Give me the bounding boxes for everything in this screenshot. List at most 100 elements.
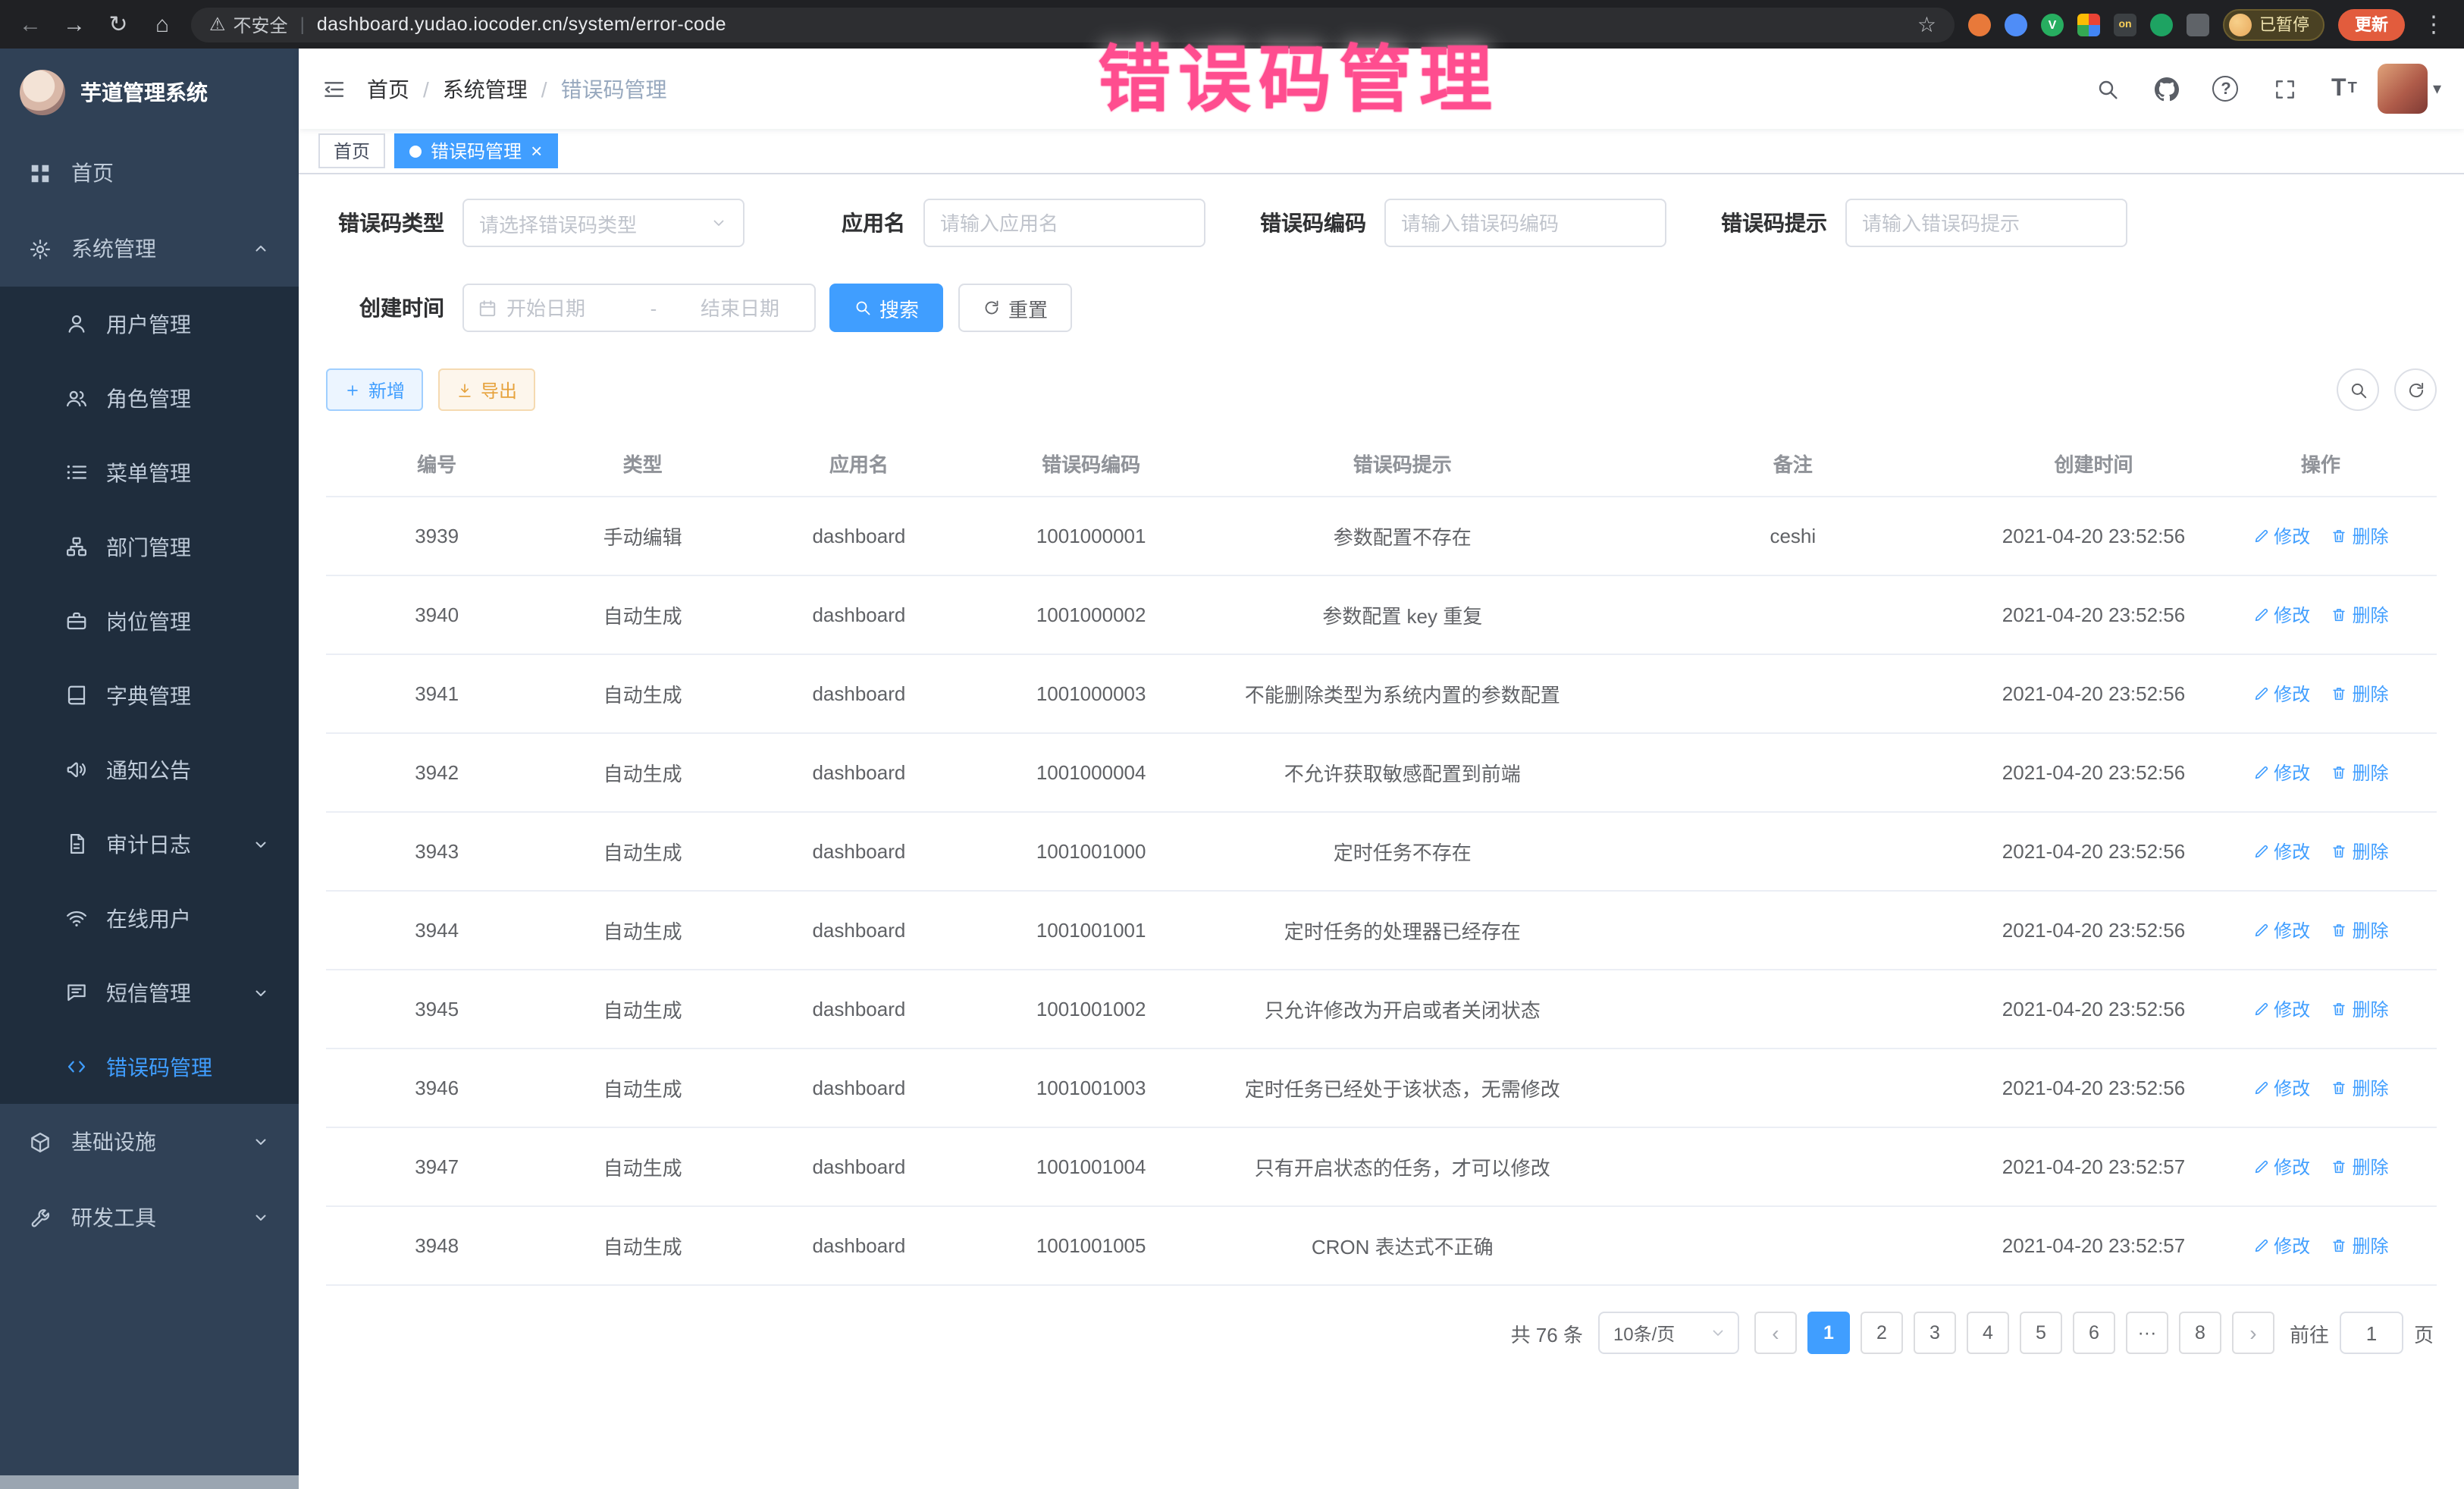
extension-icon[interactable]: V xyxy=(2041,13,2064,36)
tab-home[interactable]: 首页 xyxy=(318,133,385,168)
error-code-input[interactable] xyxy=(1384,199,1666,247)
delete-link[interactable]: 删除 xyxy=(2331,681,2388,707)
browser-back-button[interactable]: ← xyxy=(15,13,45,36)
sidebar-toggle-icon[interactable] xyxy=(321,77,346,101)
sidebar-item-sms-mgmt[interactable]: 短信管理 xyxy=(0,955,299,1030)
add-button[interactable]: 新增 xyxy=(326,368,423,411)
browser-forward-button[interactable]: → xyxy=(59,13,89,36)
sidebar-item-dept-mgmt[interactable]: 部门管理 xyxy=(0,509,299,584)
fullscreen-icon[interactable] xyxy=(2260,63,2310,114)
edit-link[interactable]: 修改 xyxy=(2252,602,2310,628)
edit-link[interactable]: 修改 xyxy=(2252,996,2310,1022)
reset-button[interactable]: 重置 xyxy=(958,284,1072,332)
user-avatar[interactable]: ▾ xyxy=(2378,63,2441,114)
sidebar-item-post-mgmt[interactable]: 岗位管理 xyxy=(0,584,299,658)
edit-link[interactable]: 修改 xyxy=(2252,1154,2310,1180)
browser-home-button[interactable]: ⌂ xyxy=(147,13,177,36)
plus-icon xyxy=(344,381,361,398)
end-date-input[interactable] xyxy=(701,296,801,319)
profile-paused-badge[interactable]: 已暂停 xyxy=(2223,8,2324,40)
delete-link[interactable]: 删除 xyxy=(2331,839,2388,864)
github-icon[interactable] xyxy=(2142,63,2192,114)
app-name-input[interactable] xyxy=(923,199,1205,247)
delete-link[interactable]: 删除 xyxy=(2331,1233,2388,1259)
page-buttons: ‹ 1 2 3 4 5 6 ··· 8 › xyxy=(1754,1312,2274,1354)
refresh-table-button[interactable] xyxy=(2394,368,2437,411)
browser-menu-icon[interactable]: ⋮ xyxy=(2419,13,2449,36)
delete-link[interactable]: 删除 xyxy=(2331,996,2388,1022)
browser-reload-button[interactable]: ↻ xyxy=(103,13,133,36)
next-page-button[interactable]: › xyxy=(2232,1312,2274,1354)
edit-icon xyxy=(2252,1001,2269,1017)
sidebar-item-home[interactable]: 首页 xyxy=(0,135,299,211)
extension-icon[interactable]: on xyxy=(2114,13,2136,36)
delete-link[interactable]: 删除 xyxy=(2331,523,2388,549)
cell-type: 自动生成 xyxy=(547,1206,738,1285)
extension-icon[interactable] xyxy=(2077,13,2100,36)
sidebar-item-dev-tools[interactable]: 研发工具 xyxy=(0,1180,299,1255)
cell-id: 3940 xyxy=(326,575,547,654)
export-button[interactable]: 导出 xyxy=(438,368,535,411)
page-button-4[interactable]: 4 xyxy=(1967,1312,2009,1354)
page-button-1[interactable]: 1 xyxy=(1807,1312,1850,1354)
sidebar-scrollbar[interactable] xyxy=(0,1475,299,1489)
start-date-input[interactable] xyxy=(506,296,607,319)
extension-icon[interactable] xyxy=(2005,13,2027,36)
prev-page-button[interactable]: ‹ xyxy=(1754,1312,1797,1354)
edit-link[interactable]: 修改 xyxy=(2252,523,2310,549)
edit-link[interactable]: 修改 xyxy=(2252,760,2310,785)
security-chip[interactable]: ⚠不安全 xyxy=(209,11,288,37)
search-icon[interactable] xyxy=(2083,63,2133,114)
delete-link[interactable]: 删除 xyxy=(2331,1075,2388,1101)
extension-icon[interactable] xyxy=(1968,13,1991,36)
extension-icon[interactable] xyxy=(2150,13,2173,36)
menu-label: 岗位管理 xyxy=(106,606,191,636)
cell-id: 3941 xyxy=(326,654,547,733)
delete-link[interactable]: 删除 xyxy=(2331,760,2388,785)
search-button[interactable]: 搜索 xyxy=(829,284,943,332)
delete-link[interactable]: 删除 xyxy=(2331,602,2388,628)
cell-remark xyxy=(1603,654,1983,733)
edit-link[interactable]: 修改 xyxy=(2252,681,2310,707)
toggle-search-button[interactable] xyxy=(2337,368,2379,411)
breadcrumb-system[interactable]: 系统管理 xyxy=(443,74,528,104)
sidebar-item-online-users[interactable]: 在线用户 xyxy=(0,881,299,955)
help-icon[interactable]: ? xyxy=(2201,63,2251,114)
address-bar[interactable]: ⚠不安全 | dashboard.yudao.iocoder.cn/system… xyxy=(191,7,1955,42)
edit-link[interactable]: 修改 xyxy=(2252,1075,2310,1101)
app-title: 芋道管理系统 xyxy=(80,77,208,107)
sidebar-item-infrastructure[interactable]: 基础设施 xyxy=(0,1104,299,1180)
edit-link[interactable]: 修改 xyxy=(2252,1233,2310,1259)
chrome-update-button[interactable]: 更新 xyxy=(2338,8,2405,40)
page-size-select[interactable]: 10条/页 xyxy=(1598,1312,1739,1354)
extensions-puzzle-icon[interactable] xyxy=(2187,13,2209,36)
error-msg-input[interactable] xyxy=(1845,199,2127,247)
tab-error-code[interactable]: 错误码管理 × xyxy=(394,133,557,168)
page-button-5[interactable]: 5 xyxy=(2020,1312,2062,1354)
page-button-3[interactable]: 3 xyxy=(1914,1312,1956,1354)
goto-page-input[interactable] xyxy=(2340,1312,2403,1354)
page-button-6[interactable]: 6 xyxy=(2073,1312,2115,1354)
edit-link[interactable]: 修改 xyxy=(2252,839,2310,864)
sidebar-item-audit-log[interactable]: 审计日志 xyxy=(0,807,299,881)
sidebar-item-notice[interactable]: 通知公告 xyxy=(0,732,299,807)
sidebar-item-system-mgmt[interactable]: 系统管理 xyxy=(0,211,299,287)
close-icon[interactable]: × xyxy=(531,141,542,161)
sidebar-item-error-code-mgmt[interactable]: 错误码管理 xyxy=(0,1030,299,1104)
font-size-icon[interactable]: TT xyxy=(2319,63,2369,114)
bookmark-star-icon[interactable]: ☆ xyxy=(1917,11,1936,37)
delete-link[interactable]: 删除 xyxy=(2331,1154,2388,1180)
error-type-select[interactable]: 请选择错误码类型 xyxy=(462,199,745,247)
page-button-8[interactable]: 8 xyxy=(2179,1312,2221,1354)
sidebar-item-role-mgmt[interactable]: 角色管理 xyxy=(0,361,299,435)
delete-link[interactable]: 删除 xyxy=(2331,917,2388,943)
sidebar-item-menu-mgmt[interactable]: 菜单管理 xyxy=(0,435,299,509)
edit-link[interactable]: 修改 xyxy=(2252,917,2310,943)
breadcrumb-home[interactable]: 首页 xyxy=(367,74,409,104)
more-pages-button[interactable]: ··· xyxy=(2126,1312,2168,1354)
date-range-picker[interactable]: - xyxy=(462,284,816,332)
sidebar-item-user-mgmt[interactable]: 用户管理 xyxy=(0,287,299,361)
sidebar-item-dict-mgmt[interactable]: 字典管理 xyxy=(0,658,299,732)
cell-remark xyxy=(1603,1049,1983,1127)
page-button-2[interactable]: 2 xyxy=(1861,1312,1903,1354)
